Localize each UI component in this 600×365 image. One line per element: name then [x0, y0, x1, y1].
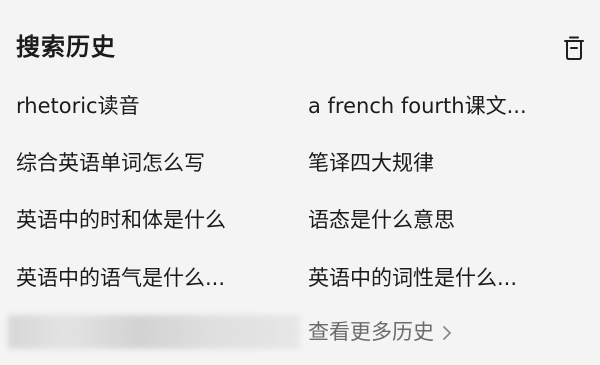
- trash-icon[interactable]: [561, 34, 587, 62]
- history-item[interactable]: a french fourth课文...: [308, 86, 568, 126]
- blurred-placeholder: [8, 315, 300, 349]
- view-more-history-link[interactable]: 查看更多历史: [308, 312, 451, 352]
- history-item[interactable]: 英语中的词性是什么...: [308, 258, 568, 298]
- search-history-panel: 搜索历史 rhetoric读音 a french fourth课文... 综合英…: [0, 0, 600, 365]
- history-item[interactable]: 语态是什么意思: [308, 200, 568, 240]
- view-more-label: 查看更多历史: [308, 320, 434, 344]
- history-item[interactable]: 英语中的时和体是什么: [16, 200, 284, 240]
- history-item[interactable]: 笔译四大规律: [308, 143, 568, 183]
- history-item[interactable]: 英语中的语气是什么...: [16, 258, 284, 298]
- section-title: 搜索历史: [16, 33, 116, 61]
- history-item[interactable]: rhetoric读音: [16, 86, 284, 126]
- chevron-right-icon: [443, 326, 451, 340]
- history-item[interactable]: 综合英语单词怎么写: [16, 143, 284, 183]
